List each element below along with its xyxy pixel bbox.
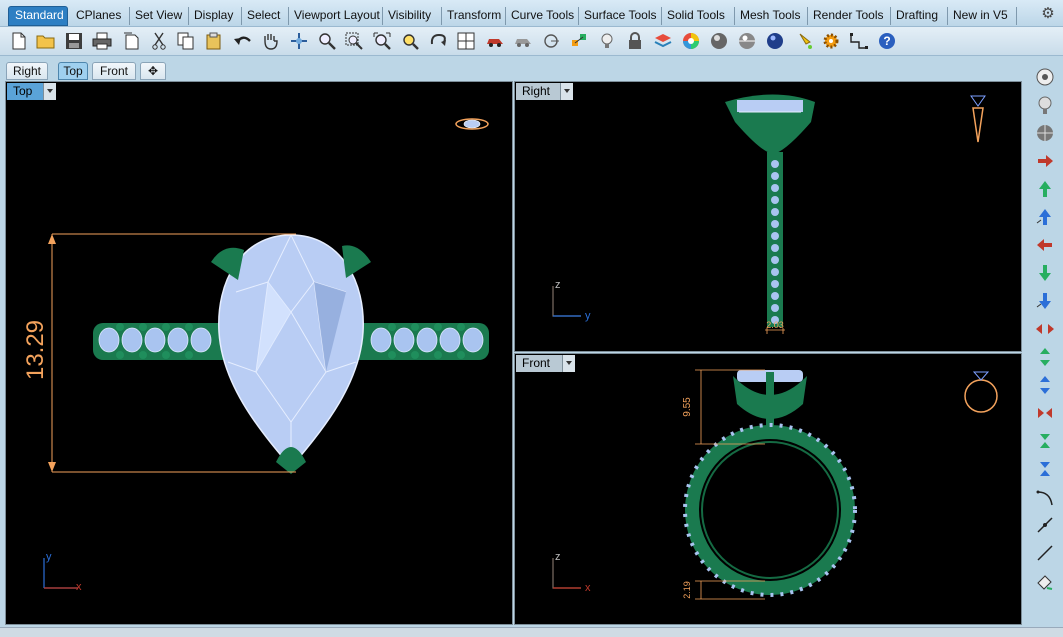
- tab-standard[interactable]: Standard: [8, 6, 68, 26]
- settings-gear-icon[interactable]: [820, 30, 842, 52]
- tab-new-in-v5[interactable]: New in V5: [949, 7, 1017, 25]
- scale-blue-icon[interactable]: [1032, 374, 1058, 398]
- four-viewports-icon[interactable]: [455, 30, 477, 52]
- dim-car-icon[interactable]: [512, 30, 534, 52]
- shrink-blue-icon[interactable]: [1032, 458, 1058, 482]
- axis-x-label: x: [585, 582, 591, 594]
- viewport-tab-top[interactable]: Top: [58, 62, 88, 80]
- front-view-scene: 9.55 2.19 z x: [552, 369, 998, 600]
- grid-snap-icon[interactable]: [848, 30, 870, 52]
- cut-icon[interactable]: [148, 30, 170, 52]
- axis-z-label: z: [555, 279, 561, 291]
- sphere-icon[interactable]: [1032, 122, 1058, 146]
- cplane-icon[interactable]: [540, 30, 562, 52]
- new-document-icon[interactable]: [8, 30, 30, 52]
- tab-display[interactable]: Display: [190, 7, 242, 25]
- front-viewport[interactable]: Front 9.55 2.19 z x: [514, 353, 1022, 625]
- zoom-selected-icon[interactable]: [399, 30, 421, 52]
- top-viewport[interactable]: Top 13.29 y x: [5, 81, 513, 625]
- save-icon[interactable]: [63, 30, 85, 52]
- zoom-icon[interactable]: [316, 30, 338, 52]
- open-folder-icon[interactable]: [35, 30, 57, 52]
- light-bulb-icon[interactable]: [596, 30, 618, 52]
- tab-drafting[interactable]: Drafting: [892, 7, 948, 25]
- add-viewport-tab[interactable]: ✥: [140, 62, 166, 80]
- move-up-blue-icon[interactable]: [1032, 206, 1058, 230]
- tab-viewport-layout[interactable]: Viewport Layout: [290, 7, 383, 25]
- viewport-tab-right[interactable]: Right: [6, 62, 48, 80]
- rendered-sphere-icon[interactable]: [736, 30, 758, 52]
- import-icon[interactable]: [121, 30, 143, 52]
- shrink-vertical-icon[interactable]: [1032, 430, 1058, 454]
- shaded-sphere-icon[interactable]: [708, 30, 730, 52]
- tab-select[interactable]: Select: [243, 7, 289, 25]
- light-icon[interactable]: [1032, 94, 1058, 118]
- rotate-arrow-icon[interactable]: [427, 30, 449, 52]
- svg-text:?: ?: [883, 34, 890, 48]
- zoom-extents-icon[interactable]: [371, 30, 393, 52]
- arc-tool-icon[interactable]: [1032, 486, 1058, 510]
- viewport-tab-front[interactable]: Front: [92, 62, 136, 80]
- paste-icon[interactable]: [203, 30, 225, 52]
- zoom-window-icon[interactable]: [343, 30, 365, 52]
- help-icon[interactable]: ?: [876, 30, 898, 52]
- tab-mesh-tools[interactable]: Mesh Tools: [736, 7, 808, 25]
- copy-icon[interactable]: [175, 30, 197, 52]
- print-icon[interactable]: [91, 30, 113, 52]
- axis-z-label: z: [555, 551, 561, 563]
- blue-sphere-icon[interactable]: [764, 30, 786, 52]
- top-view-scene: 13.29 y x: [22, 118, 489, 593]
- pan-hand-icon[interactable]: [259, 30, 281, 52]
- dimension-2-03: 2.03: [766, 320, 784, 330]
- move-right-arrow-icon[interactable]: [1032, 150, 1058, 174]
- scale-horizontal-icon[interactable]: [1032, 318, 1058, 342]
- camera-target-icon[interactable]: [1032, 66, 1058, 90]
- right-side-toolbar: [1028, 62, 1061, 627]
- axis-y-label: y: [585, 310, 591, 322]
- right-viewport[interactable]: Right 2.03 z y: [514, 81, 1022, 352]
- toolbar-tab-strip: Standard CPlanes Set View Display Select…: [0, 0, 1063, 27]
- eraser-icon[interactable]: [1032, 570, 1058, 594]
- layer-icon[interactable]: [652, 30, 674, 52]
- tab-solid-tools[interactable]: Solid Tools: [663, 7, 735, 25]
- move-up-arrow-icon[interactable]: [1032, 178, 1058, 202]
- tab-cplanes[interactable]: CPlanes: [72, 7, 130, 25]
- paint-icon[interactable]: [795, 30, 817, 52]
- undo-icon[interactable]: [232, 30, 254, 52]
- shrink-horizontal-icon[interactable]: [1032, 402, 1058, 426]
- scale-vertical-icon[interactable]: [1032, 346, 1058, 370]
- dimension-9-55: 9.55: [682, 397, 693, 417]
- tab-visibility[interactable]: Visibility: [384, 7, 442, 25]
- rotate-view-icon[interactable]: [288, 30, 310, 52]
- move-left-arrow-icon[interactable]: [1032, 234, 1058, 258]
- line-tool-icon[interactable]: [1032, 542, 1058, 566]
- car-icon[interactable]: [484, 30, 506, 52]
- tab-transform[interactable]: Transform: [443, 7, 506, 25]
- lock-icon[interactable]: [624, 30, 646, 52]
- axis-y-label: y: [46, 551, 52, 563]
- dimension-2-19: 2.19: [682, 581, 692, 599]
- tab-curve-tools[interactable]: Curve Tools: [507, 7, 579, 25]
- move-down-blue-icon[interactable]: [1032, 290, 1058, 314]
- line-point-icon[interactable]: [1032, 514, 1058, 538]
- tab-set-view[interactable]: Set View: [131, 7, 189, 25]
- axis-x-label: x: [76, 581, 82, 593]
- dimension-13-29: 13.29: [22, 320, 49, 380]
- standard-toolbar: ?: [0, 27, 1063, 56]
- tab-render-tools[interactable]: Render Tools: [809, 7, 891, 25]
- move-down-arrow-icon[interactable]: [1032, 262, 1058, 286]
- right-view-scene: 2.03 z y: [552, 94, 986, 334]
- color-wheel-icon[interactable]: [680, 30, 702, 52]
- tab-surface-tools[interactable]: Surface Tools: [580, 7, 662, 25]
- point-icon[interactable]: [568, 30, 590, 52]
- viewport-tab-bar: Right Top Front ✥: [0, 56, 1063, 82]
- settings-gear-icon[interactable]: ⚙: [1040, 6, 1056, 22]
